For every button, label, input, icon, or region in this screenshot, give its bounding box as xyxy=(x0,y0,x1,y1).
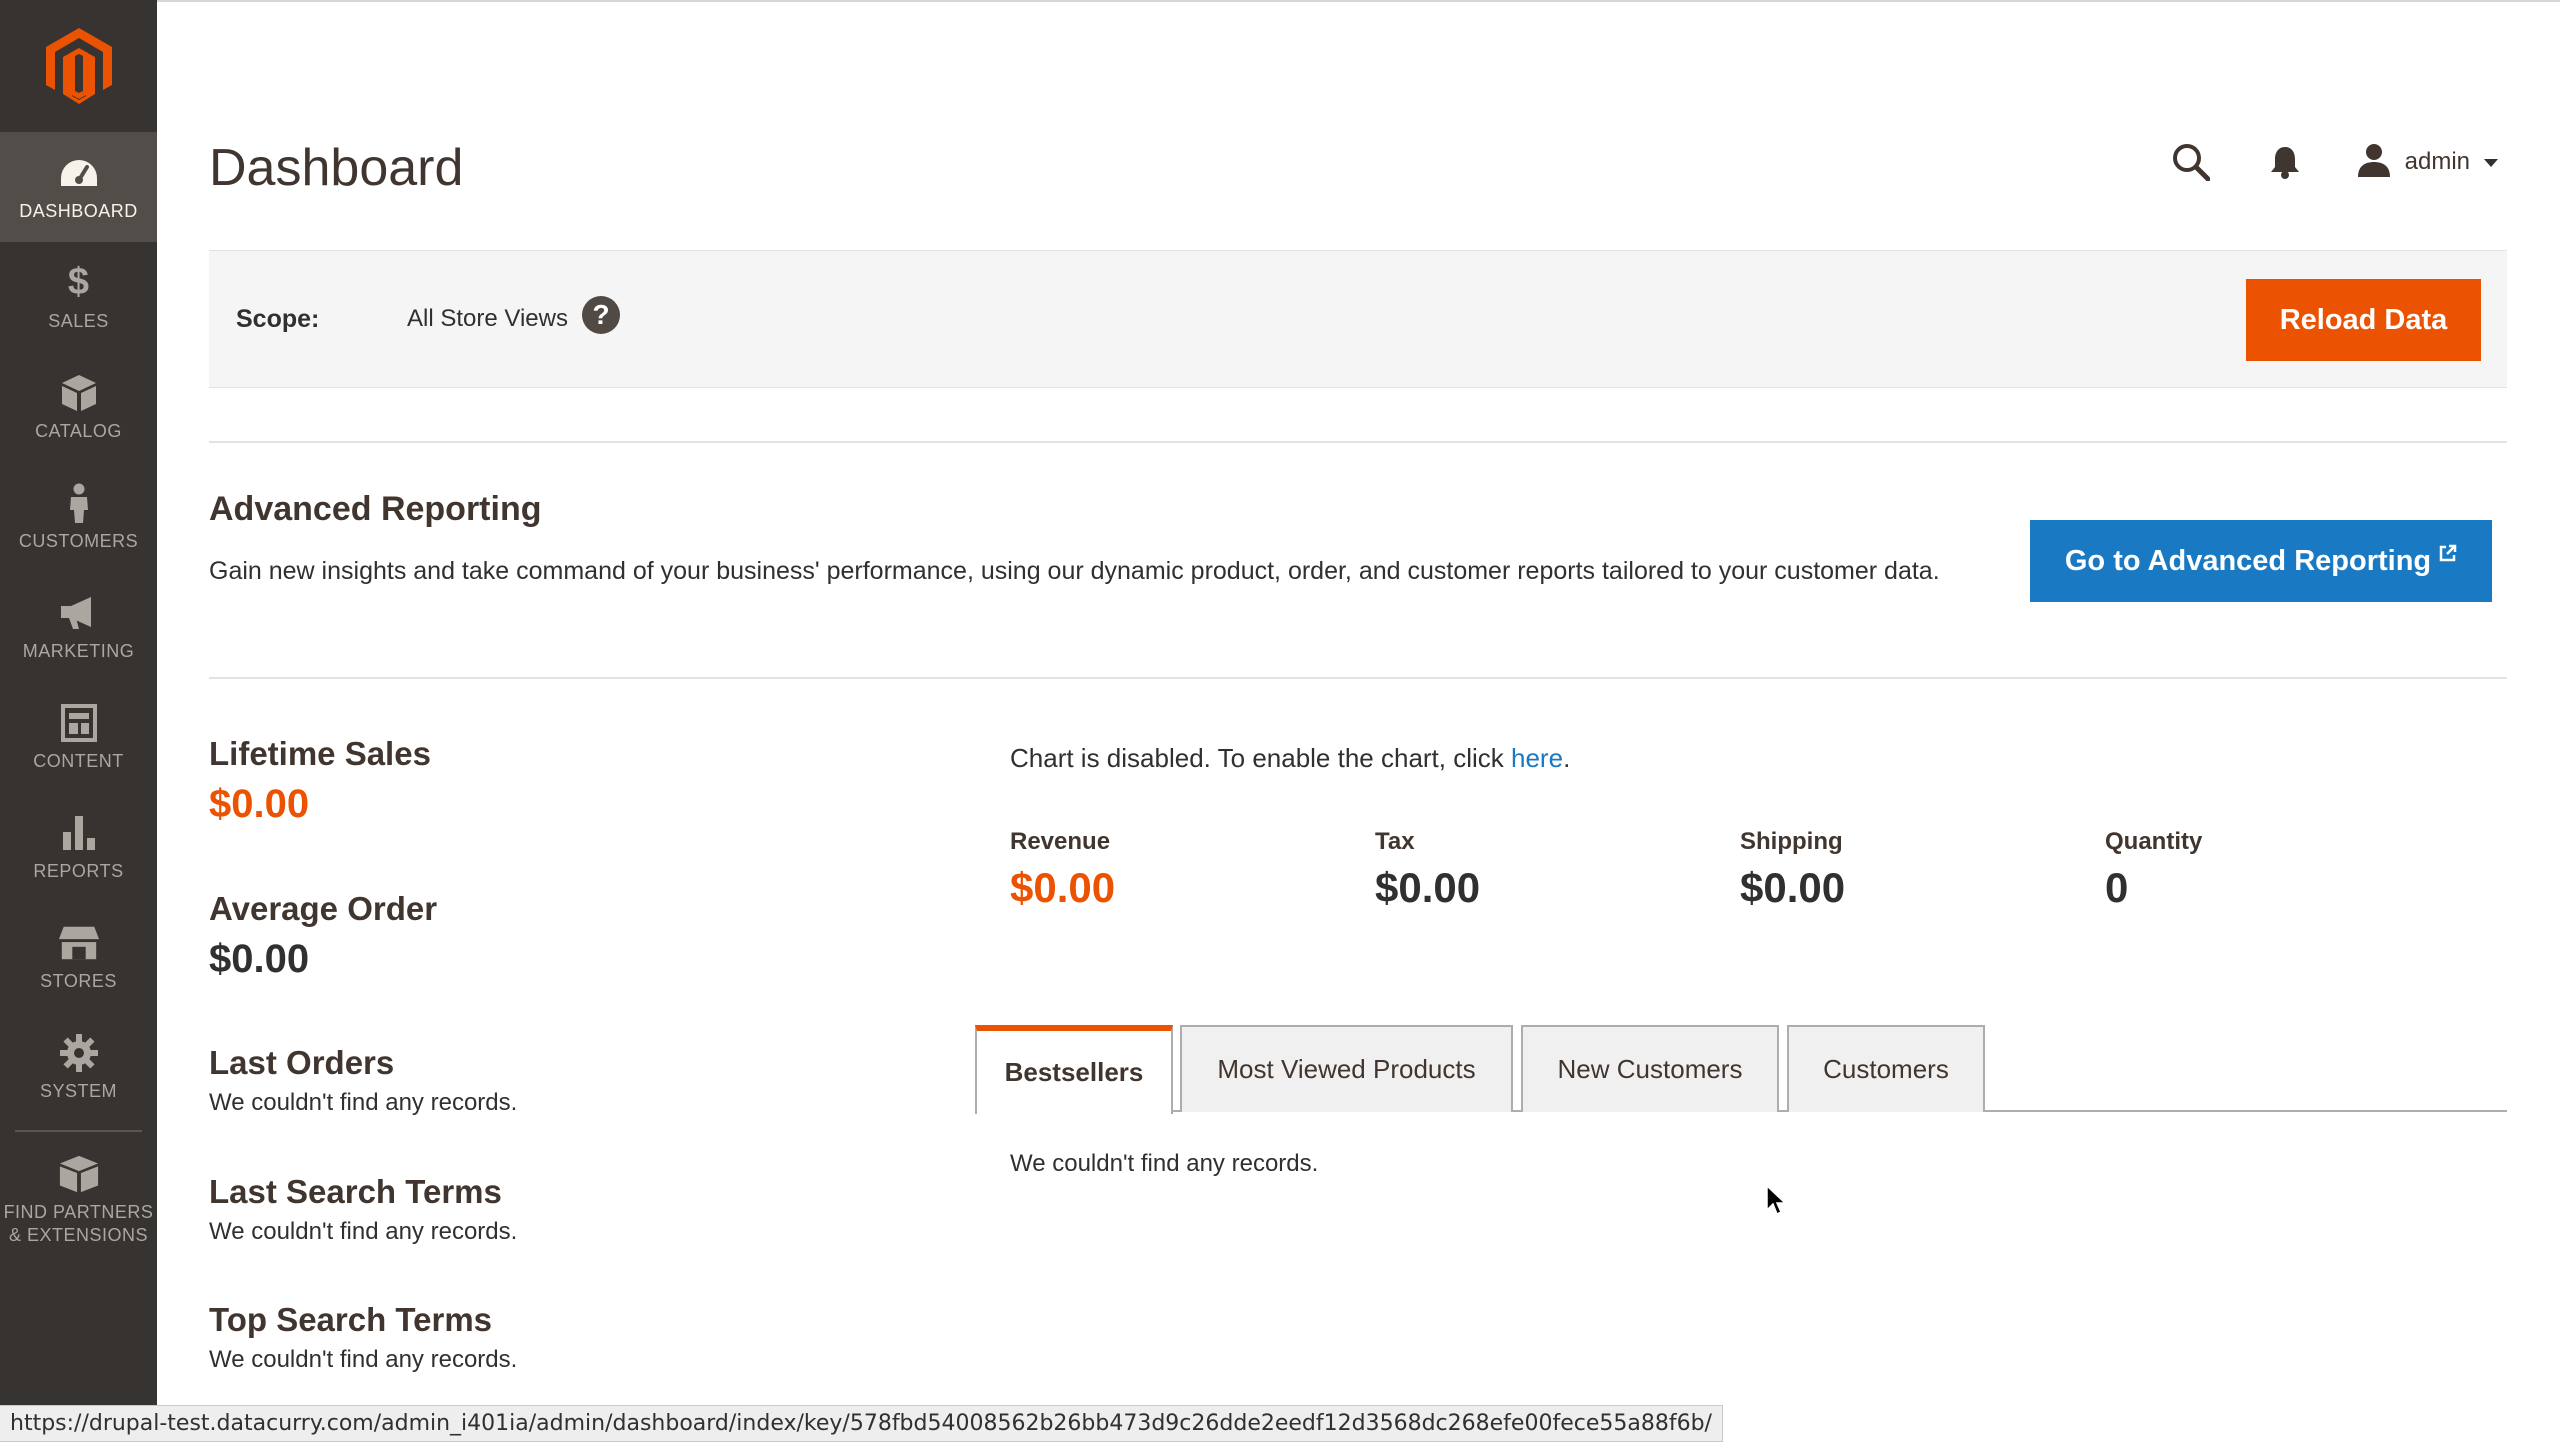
total-value: $0.00 xyxy=(1740,864,1846,911)
top-search-terms-empty: We couldn't find any records. xyxy=(209,1346,518,1373)
chart-message-period: . xyxy=(1563,743,1571,773)
section-divider xyxy=(209,677,2507,679)
tab-most-viewed-products[interactable]: Most Viewed Products xyxy=(1180,1025,1513,1112)
sidebar-item-label: REPORTS xyxy=(33,860,124,881)
sidebar-item-reports[interactable]: REPORTS xyxy=(0,792,157,902)
scope-bar: Scope: All Store Views ? Reload Data xyxy=(209,250,2507,388)
sidebar-divider xyxy=(15,1130,142,1132)
main-content: Dashboard admin Scope: All Store Views ?… xyxy=(157,0,2560,1442)
megaphone-icon xyxy=(58,592,100,634)
browser-status-bar: https://drupal-test.datacurry.com/admin_… xyxy=(0,1405,1723,1442)
section-divider xyxy=(209,441,2507,443)
dashboard-tabs: Bestsellers Most Viewed Products New Cus… xyxy=(975,1025,2507,1114)
user-name: admin xyxy=(2404,148,2470,175)
help-icon[interactable]: ? xyxy=(582,296,620,334)
sidebar-item-label: CUSTOMERS xyxy=(18,530,139,551)
bell-icon[interactable] xyxy=(2263,140,2307,184)
top-border xyxy=(157,0,2560,2)
dollar-icon: $ xyxy=(67,261,90,303)
total-quantity: Quantity 0 xyxy=(2105,828,2470,912)
admin-sidebar: DASHBOARD $ SALES CATALOG CUSTOMERS MARK… xyxy=(0,0,157,1442)
scope-value: All Store Views xyxy=(407,305,568,332)
sidebar-item-label: DASHBOARD xyxy=(19,200,138,221)
sidebar-item-label: CATALOG xyxy=(35,420,122,441)
sidebar-item-stores[interactable]: STORES xyxy=(0,902,157,1012)
tab-bestsellers[interactable]: Bestsellers xyxy=(975,1025,1173,1114)
lifetime-sales-value: $0.00 xyxy=(209,782,310,826)
advanced-reporting-description: Gain new insights and take command of yo… xyxy=(209,557,1940,585)
layout-icon xyxy=(58,702,100,744)
sidebar-item-dashboard[interactable]: DASHBOARD xyxy=(0,132,157,242)
extensions-box-icon xyxy=(58,1153,100,1195)
scope-label: Scope: xyxy=(236,305,320,333)
user-menu[interactable]: admin xyxy=(2357,143,2498,182)
scope-switcher[interactable]: All Store Views xyxy=(407,305,596,333)
sidebar-item-customers[interactable]: CUSTOMERS xyxy=(0,462,157,572)
magento-logo[interactable] xyxy=(0,0,157,132)
person-icon xyxy=(58,482,100,524)
total-value: 0 xyxy=(2105,864,2129,911)
tab-customers[interactable]: Customers xyxy=(1787,1025,1985,1112)
sidebar-item-label-line1: FIND PARTNERS xyxy=(3,1202,154,1222)
sidebar-item-system[interactable]: SYSTEM xyxy=(0,1012,157,1122)
advanced-reporting-button-label: Go to Advanced Reporting xyxy=(2064,544,2432,577)
average-order-title: Average Order xyxy=(209,890,438,927)
last-orders-empty: We couldn't find any records. xyxy=(209,1089,518,1116)
sidebar-item-label: STORES xyxy=(40,970,117,991)
sidebar-item-label: CONTENT xyxy=(33,750,124,771)
chart-disabled-message: Chart is disabled. To enable the chart, … xyxy=(1010,743,1570,774)
go-to-advanced-reporting-button[interactable]: Go to Advanced Reporting xyxy=(2030,520,2492,602)
average-order-value: $0.00 xyxy=(209,937,310,981)
sidebar-item-marketing[interactable]: MARKETING xyxy=(0,572,157,682)
sidebar-item-content[interactable]: CONTENT xyxy=(0,682,157,792)
total-shipping: Shipping $0.00 xyxy=(1740,828,2105,912)
magento-logo-icon xyxy=(45,28,112,104)
last-orders-title: Last Orders xyxy=(209,1044,395,1081)
sidebar-item-sales[interactable]: $ SALES xyxy=(0,242,157,352)
sidebar-item-label-line2: & EXTENSIONS xyxy=(8,1225,149,1245)
advanced-reporting-title: Advanced Reporting xyxy=(209,490,542,528)
last-search-terms-empty: We couldn't find any records. xyxy=(209,1218,518,1245)
box-icon xyxy=(58,372,100,414)
total-label: Tax xyxy=(1375,828,1415,855)
total-label: Quantity xyxy=(2105,828,2203,855)
total-label: Shipping xyxy=(1740,828,1843,855)
sidebar-item-label: SYSTEM xyxy=(39,1080,117,1101)
sidebar-item-label: MARKETING xyxy=(22,640,135,661)
chart-message-text: Chart is disabled. To enable the chart, … xyxy=(1010,743,1512,773)
total-tax: Tax $0.00 xyxy=(1375,828,1740,912)
total-revenue: Revenue $0.00 xyxy=(1010,828,1375,912)
sidebar-item-label: SALES xyxy=(48,310,109,331)
external-link-icon xyxy=(2439,537,2457,570)
tab-new-customers[interactable]: New Customers xyxy=(1521,1025,1779,1112)
bar-chart-icon xyxy=(58,812,100,854)
reload-data-button[interactable]: Reload Data xyxy=(2246,279,2481,361)
last-search-terms-title: Last Search Terms xyxy=(209,1173,502,1210)
tab-content-empty: We couldn't find any records. xyxy=(1010,1150,1319,1177)
sidebar-item-find-partners[interactable]: FIND PARTNERS & EXTENSIONS xyxy=(0,1140,157,1260)
gear-icon xyxy=(58,1032,100,1074)
total-value: $0.00 xyxy=(1010,864,1116,911)
store-icon xyxy=(58,922,100,964)
header-actions: admin xyxy=(2169,140,2498,184)
lifetime-sales-title: Lifetime Sales xyxy=(209,735,431,772)
dashboard-icon xyxy=(58,152,100,194)
top-search-terms-title: Top Search Terms xyxy=(209,1301,493,1338)
sidebar-item-catalog[interactable]: CATALOG xyxy=(0,352,157,462)
total-value: $0.00 xyxy=(1375,864,1481,911)
search-icon[interactable] xyxy=(2169,140,2213,184)
user-icon xyxy=(2357,143,2391,182)
enable-chart-link[interactable]: here xyxy=(1511,743,1563,773)
page-title: Dashboard xyxy=(209,139,464,197)
chevron-down-icon xyxy=(2484,159,2498,167)
mouse-cursor-icon xyxy=(1766,1185,1787,1216)
total-label: Revenue xyxy=(1010,828,1111,855)
dashboard-totals: Revenue $0.00 Tax $0.00 Shipping $0.00 Q… xyxy=(1010,828,2470,912)
